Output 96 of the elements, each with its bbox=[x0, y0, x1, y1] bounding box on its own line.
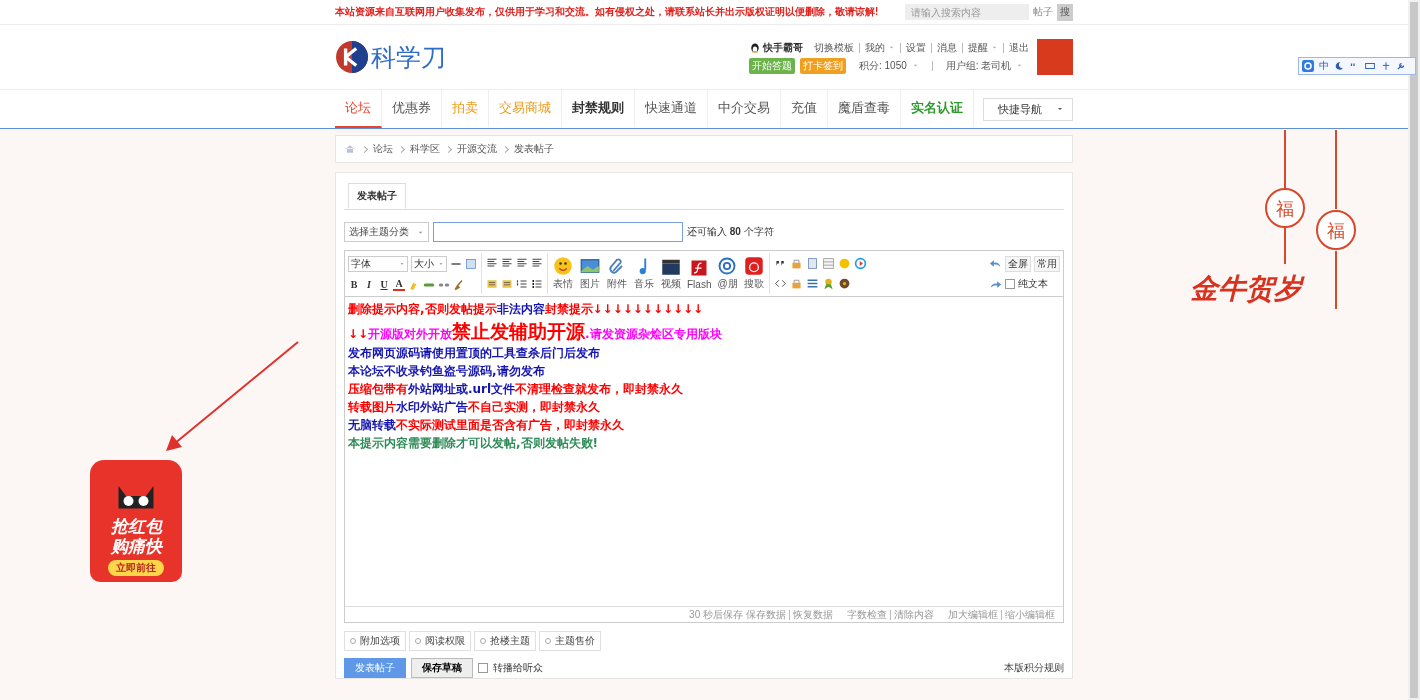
document-icon[interactable] bbox=[806, 256, 820, 270]
copyright-notice: 本站资源来自互联网用户收集发布，仅供用于学习和交流。如有侵权之处，请联系站长并出示版权证明以便删除，敬请谅解! bbox=[335, 5, 879, 19]
nav-tab[interactable]: 封禁规则 bbox=[562, 90, 635, 128]
nav-tab[interactable]: 优惠券 bbox=[382, 90, 442, 128]
user-group-label[interactable]: 用户组: 老司机 bbox=[945, 58, 1012, 73]
paragraph-icon[interactable] bbox=[486, 277, 498, 290]
points-rules-link[interactable]: 本版积分规则 bbox=[1004, 661, 1064, 675]
keyboard-icon[interactable] bbox=[1364, 61, 1376, 71]
autosave-status: 30 秒后保存 bbox=[689, 607, 743, 622]
fullscreen-button[interactable]: 全屏 bbox=[1005, 255, 1031, 272]
hanging-fu-charm: 福 bbox=[1315, 130, 1357, 310]
smiley-icon[interactable] bbox=[553, 256, 573, 276]
breadcrumb-link[interactable]: 开源交流 bbox=[457, 142, 497, 156]
user-menu-link[interactable]: 切换模板 bbox=[814, 40, 854, 55]
play-icon[interactable] bbox=[854, 256, 868, 270]
wrench-icon[interactable] bbox=[1396, 61, 1406, 71]
option-tab[interactable]: 抢楼主题 bbox=[474, 631, 536, 651]
media-button[interactable]: Flash bbox=[687, 257, 712, 290]
ad-go-button[interactable]: 立即前往 bbox=[108, 560, 164, 576]
numbered-list-icon[interactable] bbox=[516, 277, 528, 290]
caret-icon[interactable] bbox=[438, 261, 444, 267]
format-button[interactable]: B bbox=[348, 279, 360, 290]
disc-icon[interactable] bbox=[838, 277, 852, 291]
save-draft-button[interactable]: 保存草稿 bbox=[411, 658, 473, 678]
search-button[interactable]: 搜 bbox=[1057, 3, 1073, 21]
search-icon[interactable] bbox=[1302, 60, 1314, 72]
logo-icon[interactable] bbox=[335, 40, 369, 74]
window-icon[interactable] bbox=[465, 258, 477, 270]
penguin-icon[interactable] bbox=[749, 41, 761, 54]
media-button[interactable]: 搜歌 bbox=[743, 256, 766, 291]
format-button[interactable]: I bbox=[363, 279, 375, 290]
at-sign-icon[interactable] bbox=[717, 256, 738, 276]
media-button[interactable]: 视频 bbox=[660, 256, 682, 291]
post-tab[interactable]: 发表帖子 bbox=[348, 183, 406, 209]
nav-tab[interactable]: 实名认证 bbox=[901, 90, 974, 128]
ime-mode[interactable]: 中 bbox=[1319, 59, 1329, 73]
scissors-icon[interactable] bbox=[1381, 61, 1391, 71]
align-icon[interactable] bbox=[516, 257, 528, 270]
broadcast-label: 转播给听众 bbox=[493, 661, 543, 675]
title-input[interactable] bbox=[433, 222, 683, 242]
font-select[interactable]: 字体 bbox=[348, 256, 408, 272]
site-logo-text[interactable]: 科学刀 bbox=[371, 40, 446, 74]
ad-slogan: 购痛快 bbox=[110, 537, 162, 556]
align-icon[interactable] bbox=[531, 257, 543, 270]
caret-icon[interactable] bbox=[399, 261, 405, 267]
media-button[interactable]: 表情 bbox=[552, 256, 574, 291]
user-menu-link[interactable]: 提醒 bbox=[968, 40, 998, 55]
table-icon[interactable] bbox=[822, 256, 836, 270]
search-scope[interactable]: 帖子 bbox=[1033, 5, 1053, 19]
format-button[interactable]: U bbox=[378, 279, 390, 290]
breadcrumb-link[interactable]: 科学区 bbox=[410, 142, 440, 156]
shopping-ad[interactable]: 抢红包 购痛快 立即前往 bbox=[90, 460, 182, 582]
list-icon[interactable] bbox=[806, 277, 820, 291]
ad-slogan: 抢红包 bbox=[110, 517, 162, 536]
caret-icon[interactable] bbox=[1056, 105, 1064, 113]
remaining-characters: 还可输入 80 个字符 bbox=[687, 225, 774, 239]
media-button[interactable]: 音乐 bbox=[633, 256, 655, 291]
size-select[interactable]: 大小 bbox=[411, 256, 447, 272]
scrollbar[interactable] bbox=[1410, 2, 1418, 698]
media-button[interactable]: @朋 bbox=[716, 256, 739, 291]
lock-icon[interactable] bbox=[790, 277, 804, 291]
option-tab[interactable]: 附加选项 bbox=[344, 631, 406, 651]
breadcrumb-link[interactable]: 论坛 bbox=[373, 142, 393, 156]
bullet-list-icon[interactable] bbox=[531, 277, 543, 290]
search-field[interactable]: 请输入搜索内容 bbox=[905, 4, 1029, 20]
ime-toolbar[interactable]: 中 bbox=[1298, 57, 1416, 75]
plain-text-checkbox[interactable] bbox=[1005, 279, 1015, 290]
user-menu-link[interactable]: 设置 bbox=[906, 40, 926, 55]
username[interactable]: 快手霸哥 bbox=[763, 40, 803, 55]
moon-icon[interactable] bbox=[1334, 61, 1344, 71]
user-menu-link[interactable]: 我的 bbox=[865, 40, 895, 55]
brush-icon[interactable] bbox=[453, 278, 465, 291]
broadcast-checkbox[interactable] bbox=[478, 663, 488, 673]
breadcrumb-link[interactable]: 发表帖子 bbox=[514, 142, 554, 156]
media-button[interactable]: 图片 bbox=[579, 256, 601, 291]
media-button[interactable]: 附件 bbox=[606, 256, 628, 291]
user-menu-link[interactable]: 消息 bbox=[937, 40, 957, 55]
quick-nav-dropdown[interactable]: 快捷导航 bbox=[983, 97, 1073, 121]
category-select[interactable]: 选择主题分类 bbox=[344, 222, 429, 242]
paragraph-icon[interactable] bbox=[501, 277, 513, 290]
editor-content[interactable]: 删除提示内容,否则发帖提示非法内容封禁提示↓↓↓↓↓↓↓↓↓↓↓ ↓↓开源版对外开放禁止发辅助开源.请发资源杂烩区专用版块 发布网页源码请使用置顶的工具查杀后门后发布 本论坛不收录钓鱼盗号源码,请勿发布 压缩包带有外站网址或.url文件不清理检查就发布，即封禁永久 转载图片水印外站广告不自己实测，即封禁永久 无脑转载不实际测试里面是否含有广告，即封禁永久 本提示内容需要删除才可以发帖,否则发帖失败! bbox=[345, 297, 1063, 606]
plain-text-label: 纯文本 bbox=[1018, 277, 1048, 292]
image-icon[interactable] bbox=[580, 256, 600, 276]
option-tab[interactable]: 主题售价 bbox=[539, 631, 601, 651]
user-menu-link[interactable]: 退出 bbox=[1009, 40, 1029, 55]
format-button[interactable]: A bbox=[393, 278, 405, 291]
nav-tab[interactable]: 快速通道 bbox=[635, 90, 708, 128]
nav-tab[interactable]: 魔盾查毒 bbox=[828, 90, 901, 128]
option-tab[interactable]: 阅读权限 bbox=[409, 631, 471, 651]
nav-tab[interactable]: 中介交易 bbox=[708, 90, 781, 128]
hanging-fu-charm: 福 bbox=[1264, 130, 1306, 265]
nav-tab[interactable]: 充值 bbox=[781, 90, 828, 128]
align-icon[interactable] bbox=[486, 257, 498, 270]
points-label[interactable]: 积分: 1050 bbox=[859, 58, 907, 73]
common-button[interactable]: 常用 bbox=[1034, 255, 1060, 272]
align-icon[interactable] bbox=[501, 257, 513, 270]
